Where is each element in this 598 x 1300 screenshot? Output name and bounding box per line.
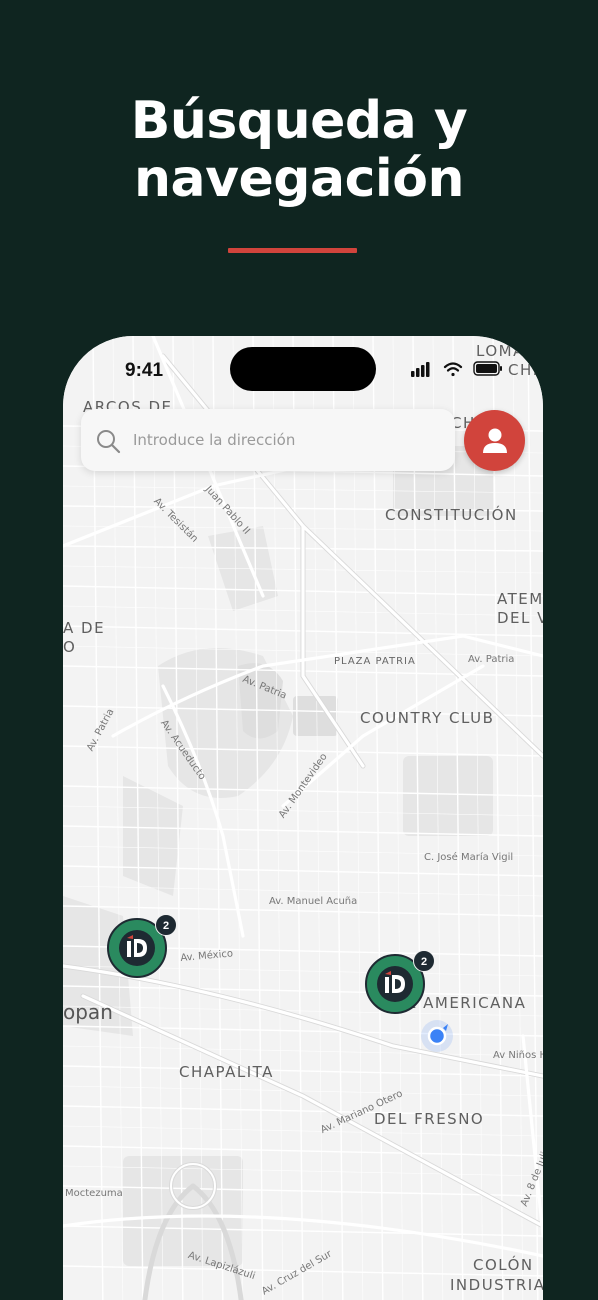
accent-divider [228,248,357,253]
district-a-de: A DE [63,619,106,637]
headline-line-1: Búsqueda y [130,91,468,151]
search-bar[interactable] [81,409,455,471]
battery-icon [473,361,502,376]
wifi-icon [443,362,463,377]
user-icon [483,428,507,453]
district-atem: ATEM [497,590,543,608]
signal-icon [411,362,430,377]
charger-marker-west[interactable]: 2 [107,914,177,982]
street-ninos: Av Niños H [493,1050,543,1061]
street-patria-east: Av. Patria [468,654,515,665]
district-del-v: DEL V [497,609,543,627]
city-name: opan [63,1000,113,1024]
district-industria: INDUSTRIA [450,1276,543,1294]
district-country-club: COUNTRY CLUB [360,709,495,727]
street-jose-maria: C. José María Vigil [424,852,514,863]
district-plaza-patria: PLAZA PATRIA [334,656,416,667]
map-canvas[interactable] [63,336,543,1300]
status-icons [411,361,502,377]
phone-frame: LOMAS CHI ARCOS DE CH CONSTITUCIÓN ATEM … [63,336,543,1300]
headline-line-2: navegación [134,149,464,209]
charger-marker-east[interactable]: 2 [365,950,435,1018]
street-moctezuma: Moctezuma [65,1188,123,1199]
search-icon [97,430,121,454]
district-chapalita: CHAPALITA [179,1063,274,1081]
address-search-input[interactable] [133,421,433,459]
marker-count-badge: 2 [155,914,177,936]
district-del-fresno: DEL FRESNO [374,1110,485,1128]
current-location-icon[interactable] [420,1019,454,1053]
headline: Búsqueda y navegación [0,92,598,208]
district-constitucion: CONSTITUCIÓN [385,506,518,524]
marker-count-badge: 2 [413,950,435,972]
dynamic-island [230,347,376,391]
district-colon: COLÓN [473,1256,534,1274]
district-lomas: LOMAS [476,342,536,360]
district-o: O [63,638,77,656]
street-manuel-acuna: Av. Manuel Acuña [269,896,358,907]
profile-button[interactable] [464,410,525,471]
status-time: 9:41 [125,360,164,381]
district-chi: CHI [508,361,539,379]
